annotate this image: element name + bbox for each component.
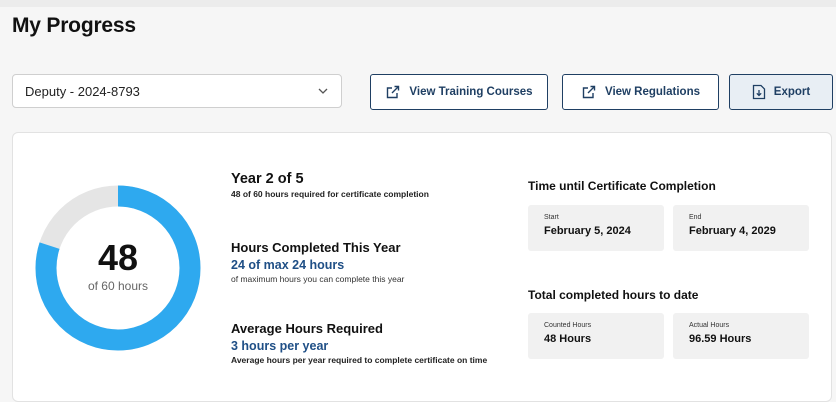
page-title: My Progress <box>12 14 136 37</box>
counted-hours-box: Counted Hours 48 Hours <box>528 313 664 359</box>
export-file-icon <box>752 84 766 100</box>
avg-value: 3 hours per year <box>231 339 329 353</box>
start-label: Start <box>544 214 559 221</box>
end-date-box: End February 4, 2029 <box>673 205 809 251</box>
hours-total-label: of 60 hours <box>87 279 149 293</box>
certificate-select-value: Deputy - 2024-8793 <box>25 83 140 99</box>
avg-block: Average Hours Required 3 hours per year … <box>231 321 487 365</box>
total-hours-heading: Total completed hours to date <box>528 288 699 302</box>
end-label: End <box>689 214 702 221</box>
hours-year-title: Hours Completed This Year <box>231 240 401 255</box>
start-date-box: Start February 5, 2024 <box>528 205 664 251</box>
actual-hours-box: Actual Hours 96.59 Hours <box>673 313 809 359</box>
hours-year-value: 24 of max 24 hours <box>231 258 345 272</box>
counted-label: Counted Hours <box>544 322 592 329</box>
actual-label: Actual Hours <box>689 322 730 329</box>
start-value: February 5, 2024 <box>544 225 631 237</box>
hours-year-note: of maximum hours you can complete this y… <box>231 274 405 284</box>
year-block: Year 2 of 5 48 of 60 hours required for … <box>231 171 429 199</box>
time-until-heading: Time until Certificate Completion <box>528 179 716 193</box>
actual-value: 96.59 Hours <box>689 333 752 345</box>
year-title: Year 2 of 5 <box>231 171 304 187</box>
view-regulations-button[interactable]: View Regulations <box>562 74 719 110</box>
chevron-down-icon <box>317 85 329 97</box>
certificate-select[interactable]: Deputy - 2024-8793 <box>12 74 342 108</box>
progress-card: 48 of 60 hours Year 2 of 5 48 of 60 hour… <box>12 132 832 402</box>
external-link-icon <box>581 84 597 100</box>
view-regulations-label: View Regulations <box>604 86 700 98</box>
avg-note: Average hours per year required to compl… <box>231 355 488 365</box>
counted-value: 48 Hours <box>544 333 592 345</box>
export-label: Export <box>773 86 811 98</box>
avg-title: Average Hours Required <box>231 321 383 336</box>
hours-year-block: Hours Completed This Year 24 of max 24 h… <box>231 240 404 284</box>
end-value: February 4, 2029 <box>689 225 776 237</box>
view-training-courses-label: View Training Courses <box>409 86 533 98</box>
external-link-icon <box>385 84 401 100</box>
page: My Progress Deputy - 2024-8793 View Trai… <box>0 0 836 402</box>
hours-completed-number: 48 <box>97 237 139 278</box>
top-strip <box>0 0 836 7</box>
year-subtitle: 48 of 60 hours required for certificate … <box>231 189 429 199</box>
view-training-courses-button[interactable]: View Training Courses <box>370 74 548 110</box>
export-button[interactable]: Export <box>729 74 833 110</box>
